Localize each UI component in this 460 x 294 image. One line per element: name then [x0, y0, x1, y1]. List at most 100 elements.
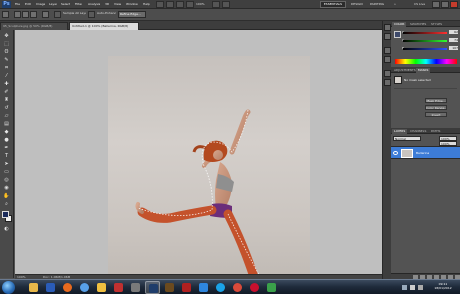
- network-icon[interactable]: [402, 285, 407, 290]
- quick-selection-tool-icon[interactable]: ✎: [2, 57, 11, 63]
- character-panel-icon[interactable]: [384, 70, 391, 77]
- add-to-selection-icon[interactable]: [22, 11, 29, 18]
- mask-edge-button[interactable]: Mask Edge...: [425, 98, 447, 103]
- workspace-design[interactable]: DESIGN: [351, 2, 363, 6]
- taskbar-calculator[interactable]: [128, 281, 143, 294]
- history-brush-tool-icon[interactable]: ↺: [2, 105, 11, 111]
- quick-selection-tool-icon[interactable]: [2, 11, 9, 18]
- bridge-button[interactable]: [156, 1, 164, 8]
- channel-b-slider[interactable]: [403, 48, 447, 50]
- color-range-button[interactable]: Color Range...: [425, 105, 447, 110]
- taskbar-opera[interactable]: [247, 281, 262, 294]
- lasso-tool-icon[interactable]: ʘ: [2, 49, 11, 55]
- clone-source-panel-icon[interactable]: [384, 56, 391, 63]
- maximize-button[interactable]: [441, 1, 449, 8]
- screen-mode-button[interactable]: [222, 1, 230, 8]
- 3d-camera-tool-icon[interactable]: ◉: [2, 185, 11, 191]
- tab-swatches[interactable]: SWATCHES: [408, 22, 428, 27]
- taskbar-media[interactable]: [111, 281, 126, 294]
- move-tool-icon[interactable]: ✥: [2, 33, 11, 39]
- taskbar-dropbox[interactable]: [196, 281, 211, 294]
- history-panel-icon[interactable]: [384, 24, 391, 31]
- taskbar-word[interactable]: [43, 281, 58, 294]
- paragraph-panel-icon[interactable]: [384, 79, 391, 86]
- invert-button[interactable]: Invert: [425, 112, 447, 117]
- dodge-tool-icon[interactable]: ●: [2, 137, 11, 143]
- zoom-tool-icon[interactable]: ⌕: [2, 201, 11, 207]
- menu-analysis[interactable]: Analysis: [88, 2, 100, 6]
- menu-select[interactable]: Select: [61, 2, 70, 6]
- eyedropper-tool-icon[interactable]: ⁄: [2, 73, 11, 79]
- foreground-color-swatch[interactable]: [2, 211, 9, 218]
- menu-layer[interactable]: Layer: [49, 2, 57, 6]
- minimize-button[interactable]: [432, 1, 440, 8]
- canvas-area[interactable]: [15, 30, 382, 294]
- tab-color[interactable]: COLOR: [392, 22, 407, 27]
- close-button[interactable]: [450, 1, 458, 8]
- zoom-tool-button[interactable]: [186, 1, 194, 8]
- taskbar-acrobat[interactable]: [179, 281, 194, 294]
- zoom-level[interactable]: 100%: [196, 2, 205, 6]
- clone-stamp-tool-icon[interactable]: ♜: [2, 97, 11, 103]
- menu-3d[interactable]: 3D: [105, 2, 109, 6]
- menu-view[interactable]: View: [114, 2, 121, 6]
- menu-file[interactable]: File: [15, 2, 20, 6]
- tab-styles[interactable]: STYLES: [429, 22, 444, 27]
- cs-live-button[interactable]: CS Live: [414, 2, 425, 6]
- marquee-tool-icon[interactable]: ⬚: [2, 41, 11, 47]
- refine-edge-button[interactable]: Refine Edge...: [118, 11, 146, 18]
- menu-help[interactable]: Help: [143, 2, 150, 6]
- path-selection-tool-icon[interactable]: ➤: [2, 161, 11, 167]
- document-tab-sculpture[interactable]: 95_Sculpture.jpg @ 50% (RGB/8): [0, 22, 68, 30]
- blur-tool-icon[interactable]: ◆: [2, 129, 11, 135]
- menu-edit[interactable]: Edit: [25, 2, 31, 6]
- taskbar-firefox[interactable]: [60, 281, 75, 294]
- layer-row-ballerina[interactable]: Ballerina: [391, 146, 460, 159]
- sample-all-layers-checkbox[interactable]: [54, 11, 61, 18]
- tab-adjustments[interactable]: ADJUSTMENTS: [392, 68, 418, 73]
- type-tool-icon[interactable]: T: [2, 153, 11, 159]
- subtract-selection-icon[interactable]: [30, 11, 37, 18]
- quick-mask-icon[interactable]: ◐: [2, 226, 11, 232]
- channel-r-slider[interactable]: [403, 32, 447, 34]
- color-spectrum-bar[interactable]: [395, 59, 457, 64]
- tab-masks[interactable]: MASKS: [416, 68, 431, 73]
- arrange-documents-button[interactable]: [212, 1, 220, 8]
- minibridge-button[interactable]: [166, 1, 174, 8]
- taskbar-app[interactable]: [264, 281, 279, 294]
- brush-picker-icon[interactable]: [42, 11, 49, 18]
- taskbar-itunes[interactable]: [77, 281, 92, 294]
- pen-tool-icon[interactable]: ✒: [2, 145, 11, 151]
- channel-g-slider[interactable]: [403, 40, 447, 42]
- new-selection-icon[interactable]: [14, 11, 21, 18]
- channel-b-value[interactable]: 107: [449, 46, 458, 50]
- tab-paths[interactable]: PATHS: [429, 129, 442, 134]
- taskbar-explorer[interactable]: [26, 281, 41, 294]
- crop-tool-icon[interactable]: ⌗: [2, 65, 11, 71]
- shape-tool-icon[interactable]: ▭: [2, 169, 11, 175]
- document-tab-ballerina[interactable]: Untitled-1 @ 100% (Ballerina, RGB/8): [69, 22, 139, 30]
- workspace-essentials[interactable]: ESSENTIALS: [320, 1, 346, 8]
- menu-image[interactable]: Image: [36, 2, 45, 6]
- menu-filter[interactable]: Filter: [75, 2, 82, 6]
- taskbar-clock[interactable]: 09:11 18/01/2012: [430, 282, 456, 290]
- hand-tool-button[interactable]: [176, 1, 184, 8]
- tab-channels[interactable]: CHANNELS: [408, 129, 428, 134]
- taskbar-skype[interactable]: [213, 281, 228, 294]
- eraser-tool-icon[interactable]: ▱: [2, 113, 11, 119]
- document-canvas-ballerina[interactable]: [108, 56, 310, 294]
- power-icon[interactable]: [418, 285, 423, 290]
- visibility-eye-icon[interactable]: [393, 151, 398, 155]
- workspace-painting[interactable]: PAINTING: [370, 2, 384, 6]
- volume-icon[interactable]: [410, 285, 415, 290]
- channel-r-value[interactable]: 62: [449, 30, 458, 34]
- taskbar-bridge[interactable]: [162, 281, 177, 294]
- taskbar-photoshop[interactable]: [145, 281, 160, 294]
- channel-g-value[interactable]: 74: [449, 38, 458, 42]
- blend-mode-select[interactable]: Normal: [393, 136, 421, 141]
- auto-enhance-checkbox[interactable]: [88, 11, 95, 18]
- taskbar-outlook[interactable]: [94, 281, 109, 294]
- workspace-more-icon[interactable]: »: [394, 2, 396, 6]
- healing-brush-tool-icon[interactable]: ✚: [2, 81, 11, 87]
- actions-panel-icon[interactable]: [384, 33, 391, 40]
